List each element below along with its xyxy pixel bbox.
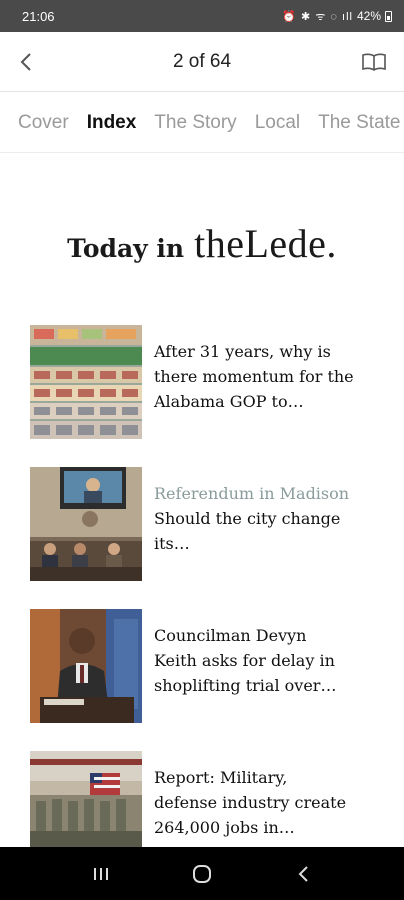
back-icon [298, 865, 309, 882]
story-item[interactable]: After 31 years, why is there momentum fo… [30, 325, 370, 467]
section-tabs: Cover Index The Story Local The State [0, 93, 404, 153]
story-item[interactable]: Referendum in Madison Should the city ch… [30, 467, 370, 609]
app-header: 2 of 64 [0, 32, 404, 92]
story-headline-block: After 31 years, why is there momentum fo… [154, 339, 354, 467]
tab-the-state[interactable]: The State [309, 112, 404, 134]
masthead: Today in theLede. [0, 220, 404, 267]
story-item[interactable]: Councilman Devyn Keith asks for delay in… [30, 609, 370, 751]
story-headline: Should the city change its… [154, 509, 341, 553]
tab-local[interactable]: Local [246, 112, 309, 134]
battery-icon [385, 10, 392, 22]
book-button[interactable] [360, 48, 388, 76]
masthead-logo: theLede. [194, 221, 337, 266]
story-thumbnail [30, 325, 142, 439]
masthead-prefix: Today in [67, 234, 185, 263]
recents-button[interactable] [81, 854, 121, 894]
chevron-left-icon [20, 53, 31, 71]
story-headline-block: Councilman Devyn Keith asks for delay in… [154, 623, 354, 751]
story-headline: Report: Military, defense industry creat… [154, 768, 347, 837]
status-icons: ⏰ ✱ ᯤ ◌ ıll [282, 10, 353, 23]
system-back-button[interactable] [283, 854, 323, 894]
home-button[interactable] [182, 854, 222, 894]
system-nav-bar [0, 847, 404, 900]
story-thumbnail [30, 609, 142, 723]
tab-the-story[interactable]: The Story [145, 112, 245, 134]
recents-icon [93, 867, 108, 880]
status-indicators: ⏰ ✱ ᯤ ◌ ıll 42% [282, 9, 392, 24]
tab-cover[interactable]: Cover [0, 112, 78, 134]
status-bar: 21:06 ⏰ ✱ ᯤ ◌ ıll 42% [0, 0, 404, 32]
book-icon [362, 53, 386, 71]
tab-index[interactable]: Index [78, 112, 146, 134]
story-kicker: Referendum in Madison [154, 484, 350, 503]
story-headline: After 31 years, why is there momentum fo… [154, 342, 354, 411]
page-counter: 2 of 64 [172, 50, 232, 72]
status-time: 21:06 [22, 8, 55, 24]
home-icon [192, 864, 211, 883]
story-list: After 31 years, why is there momentum fo… [30, 325, 370, 893]
battery-percent: 42% [356, 9, 381, 23]
back-button[interactable] [12, 48, 40, 76]
story-headline-block: Referendum in Madison Should the city ch… [154, 481, 354, 609]
story-thumbnail [30, 467, 142, 581]
story-headline: Councilman Devyn Keith asks for delay in… [154, 626, 337, 695]
